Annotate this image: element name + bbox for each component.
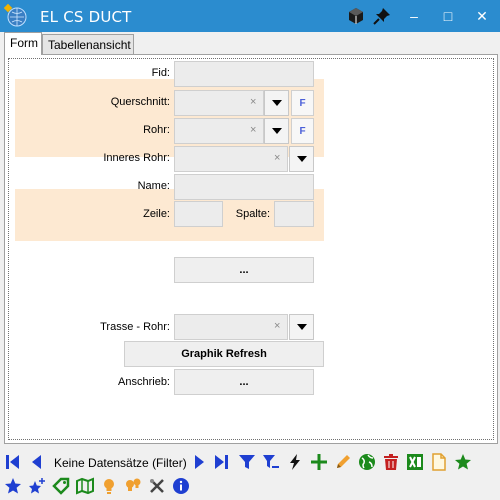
name-label: Name:: [137, 180, 170, 192]
ellipsis-button[interactable]: ...: [174, 257, 314, 283]
chevron-down-icon: [296, 156, 307, 162]
info-icon[interactable]: [172, 477, 190, 495]
querschnitt-clear-icon[interactable]: ×: [250, 96, 256, 108]
window-title: EL CS DUCT: [40, 8, 132, 26]
lightning-icon[interactable]: [286, 453, 304, 471]
app-globe-icon: [3, 3, 28, 28]
edit-pencil-icon[interactable]: [334, 453, 352, 471]
lightbulb-icon[interactable]: [100, 477, 118, 495]
inneres-rohr-label: Inneres Rohr:: [103, 152, 170, 164]
new-document-icon[interactable]: [430, 453, 448, 471]
querschnitt-filter-button[interactable]: F: [291, 90, 314, 116]
excel-export-icon[interactable]: [406, 453, 424, 471]
anschrieb-label: Anschrieb:: [118, 376, 170, 388]
zeile-label: Zeile:: [143, 208, 170, 220]
add-star-icon[interactable]: [28, 477, 46, 495]
add-record-icon[interactable]: [310, 453, 328, 471]
tab-strip: Form Tabellenansicht: [0, 32, 500, 55]
trasse-rohr-clear-icon[interactable]: ×: [274, 320, 280, 332]
anschrieb-button[interactable]: ...: [174, 369, 314, 395]
last-record-icon[interactable]: [212, 453, 230, 471]
chevron-down-icon: [271, 128, 282, 134]
favorite-star-icon[interactable]: [454, 453, 472, 471]
globe-icon[interactable]: [358, 453, 376, 471]
fid-label: Fid:: [151, 67, 170, 79]
name-field[interactable]: [174, 174, 314, 200]
zeile-field[interactable]: [174, 201, 223, 227]
star-icon[interactable]: [4, 477, 22, 495]
map-icon[interactable]: [76, 477, 94, 495]
spalte-label: Spalte:: [235, 208, 270, 220]
trasse-rohr-dropdown-button[interactable]: [289, 314, 314, 340]
tab-tabellenansicht[interactable]: Tabellenansicht: [42, 34, 134, 54]
filter-icon[interactable]: [238, 453, 256, 471]
graphik-refresh-button[interactable]: Graphik Refresh: [124, 341, 324, 367]
lightbulbs-icon[interactable]: [124, 477, 142, 495]
spalte-field[interactable]: [274, 201, 314, 227]
chevron-down-icon: [271, 100, 282, 106]
tab-form[interactable]: Form: [4, 32, 42, 55]
tag-icon[interactable]: [52, 477, 70, 495]
first-record-icon[interactable]: [4, 453, 22, 471]
minimize-button[interactable]: –: [398, 0, 430, 32]
rohr-dropdown-button[interactable]: [264, 118, 289, 144]
querschnitt-label: Querschnitt:: [110, 96, 170, 108]
inneres-rohr-dropdown-button[interactable]: [289, 146, 314, 172]
trasse-rohr-combobox[interactable]: ×: [174, 314, 288, 340]
rohr-combobox[interactable]: ×: [174, 118, 264, 144]
delete-trash-icon[interactable]: [382, 453, 400, 471]
fid-field[interactable]: [174, 61, 314, 87]
title-bar: EL CS DUCT – □ ✕: [0, 0, 500, 32]
pin-icon[interactable]: [372, 6, 392, 26]
querschnitt-dropdown-button[interactable]: [264, 90, 289, 116]
record-status-text: Keine Datensätze (Filter): [54, 456, 187, 470]
next-record-icon[interactable]: [190, 453, 208, 471]
inneres-rohr-clear-icon[interactable]: ×: [274, 152, 280, 164]
rohr-clear-icon[interactable]: ×: [250, 124, 256, 136]
inneres-rohr-combobox[interactable]: ×: [174, 146, 288, 172]
rohr-filter-button[interactable]: F: [291, 118, 314, 144]
trasse-rohr-label: Trasse - Rohr:: [100, 321, 170, 333]
maximize-button[interactable]: □: [432, 0, 464, 32]
previous-record-icon[interactable]: [28, 453, 46, 471]
rohr-label: Rohr:: [143, 124, 170, 136]
remove-filter-icon[interactable]: [262, 453, 280, 471]
close-button[interactable]: ✕: [466, 0, 498, 32]
querschnitt-combobox[interactable]: ×: [174, 90, 264, 116]
cube-icon[interactable]: [346, 6, 366, 26]
tools-cross-icon[interactable]: [148, 477, 166, 495]
chevron-down-icon: [296, 324, 307, 330]
